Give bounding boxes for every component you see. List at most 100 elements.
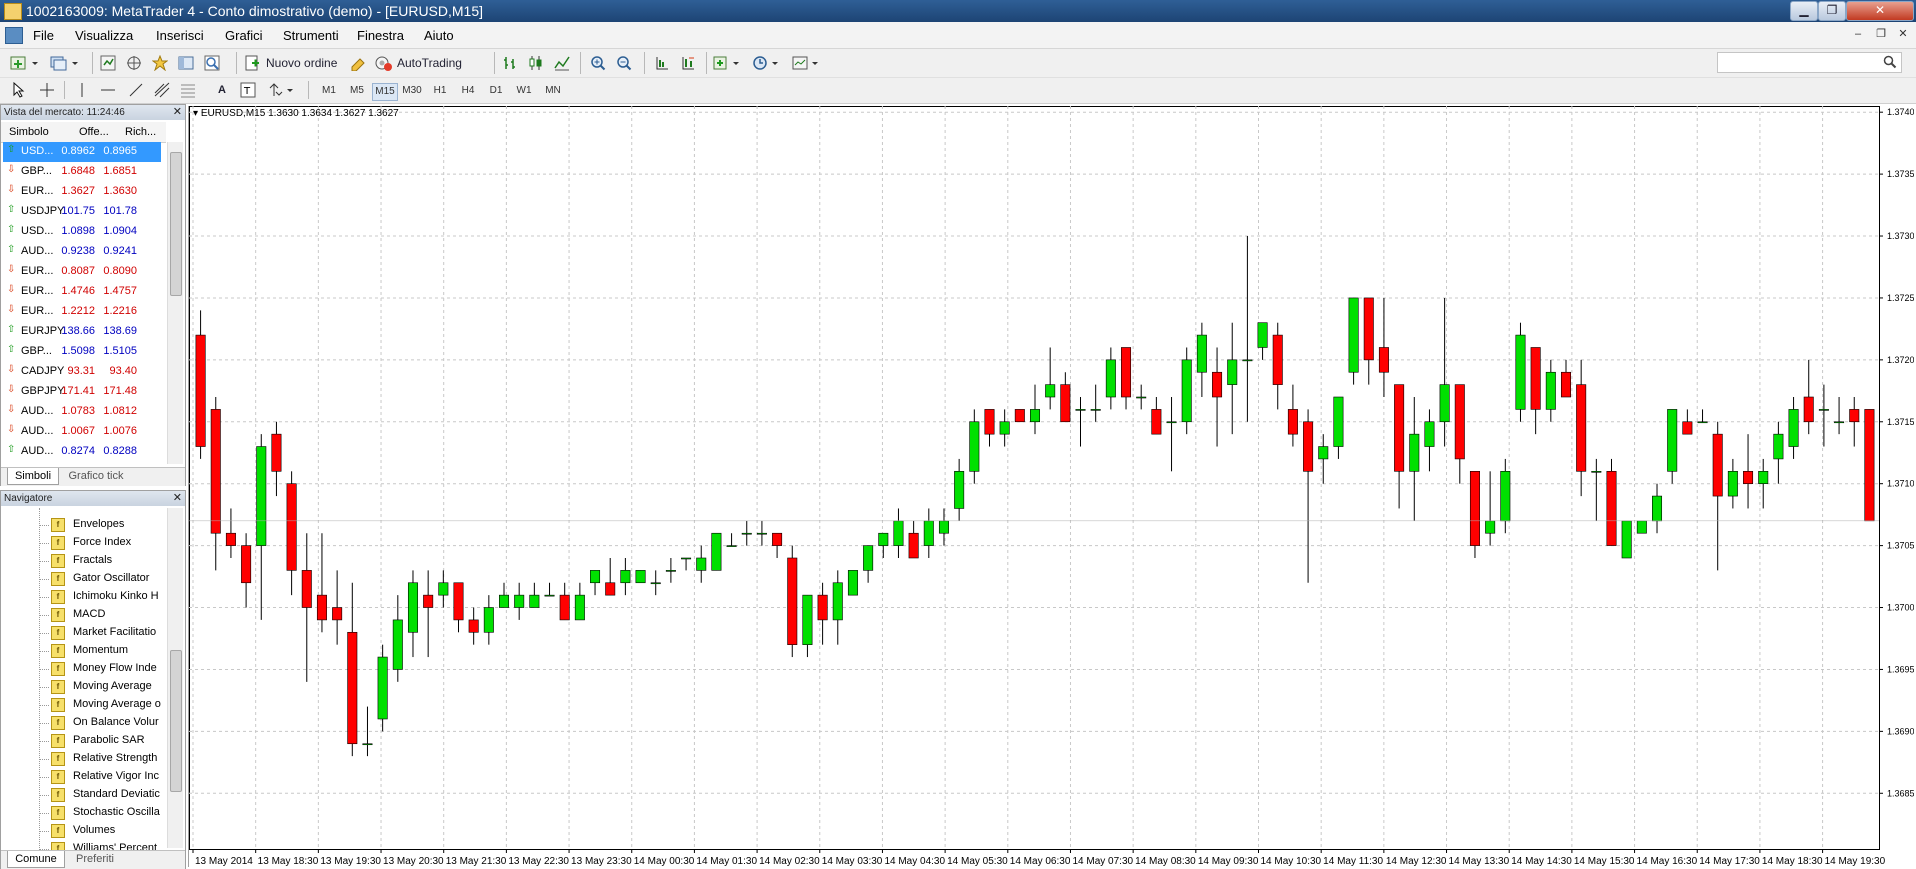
market-watch-scroll-thumb[interactable] xyxy=(170,152,182,296)
bar-chart-icon[interactable] xyxy=(500,53,520,73)
market-watch-close-icon[interactable]: ✕ xyxy=(173,105,182,120)
bid-price: 1.0783 xyxy=(61,405,95,417)
autotrading-button[interactable]: AutoTrading xyxy=(374,53,474,73)
mdi-close-icon[interactable]: ✕ xyxy=(1895,27,1911,42)
maximize-button[interactable]: ❐ xyxy=(1818,1,1846,21)
market-watch-row[interactable]: ⇩ EUR... 1.2212 1.2216 xyxy=(3,302,161,322)
minimize-button[interactable]: ▁ xyxy=(1790,1,1818,21)
navigator-scrollbar[interactable] xyxy=(167,508,183,848)
vertical-line-icon[interactable] xyxy=(74,80,90,100)
chart-dropdown-icon[interactable]: ▾ xyxy=(193,108,198,119)
market-watch-row[interactable]: ⇩ EUR... 1.4746 1.4757 xyxy=(3,282,161,302)
market-watch-row[interactable]: ⇧ AUD... 0.8274 0.8288 xyxy=(3,442,161,462)
arrows-icon[interactable] xyxy=(268,80,296,100)
market-watch-row[interactable]: ⇧ USD... 1.0898 1.0904 xyxy=(3,222,161,242)
market-watch-row[interactable]: ⇩ EUR... 1.3627 1.3630 xyxy=(3,182,161,202)
x-tick-label: 13 May 20:30 xyxy=(383,856,444,867)
mdi-restore-icon[interactable]: ❐ xyxy=(1873,27,1889,42)
terminal-icon[interactable] xyxy=(176,53,196,73)
symbol-name: EUR... xyxy=(21,305,54,317)
menu-finestra[interactable]: Finestra xyxy=(357,28,404,43)
candlestick-chart-icon[interactable] xyxy=(526,53,546,73)
market-watch-row[interactable]: ⇩ GBP... 1.6848 1.6851 xyxy=(3,162,161,182)
market-watch-row[interactable]: ⇩ EUR... 0.8087 0.8090 xyxy=(3,262,161,282)
market-watch-icon[interactable] xyxy=(98,53,118,73)
market-watch-row[interactable]: ⇩ GBPJPY 171.41 171.48 xyxy=(3,382,161,402)
zoom-in-icon[interactable] xyxy=(588,53,608,73)
menu-strumenti[interactable]: Strumenti xyxy=(283,28,339,43)
market-watch-row[interactable]: ⇧ EURJPY 138.66 138.69 xyxy=(3,322,161,342)
navigator-scroll-thumb[interactable] xyxy=(170,650,182,792)
market-watch-row[interactable]: ⇧ AUD... 0.9238 0.9241 xyxy=(3,242,161,262)
horizontal-line-icon[interactable] xyxy=(100,80,116,100)
timeframe-h1[interactable]: H1 xyxy=(430,83,450,99)
column-symbol[interactable]: Simbolo xyxy=(9,126,49,138)
tab-preferiti[interactable]: Preferiti xyxy=(67,851,123,867)
market-watch-row[interactable]: ⇧ GBP... 1.5098 1.5105 xyxy=(3,342,161,362)
timeframe-m5[interactable]: M5 xyxy=(346,83,368,99)
timeframe-w1[interactable]: W1 xyxy=(514,83,534,99)
market-watch-scrollbar[interactable] xyxy=(167,142,183,464)
navigator-close-icon[interactable]: ✕ xyxy=(173,491,182,506)
menu-aiuto[interactable]: Aiuto xyxy=(424,28,454,43)
menu-grafici[interactable]: Grafici xyxy=(225,28,263,43)
candle-body xyxy=(1530,347,1541,410)
tree-connector xyxy=(39,633,49,634)
metaeditor-icon[interactable] xyxy=(348,53,368,73)
timeframe-m15[interactable]: M15 xyxy=(372,83,398,101)
candle-body xyxy=(1257,322,1268,348)
timeframe-mn[interactable]: MN xyxy=(542,83,564,99)
y-tick-label: 1.3740 xyxy=(1887,107,1914,117)
timeframe-m1[interactable]: M1 xyxy=(318,83,340,99)
candle-body xyxy=(1333,396,1344,447)
column-ask[interactable]: Rich... xyxy=(125,126,156,138)
market-watch-row[interactable]: ⇩ CADJPY 93.31 93.40 xyxy=(3,362,161,382)
timeframe-h4[interactable]: H4 xyxy=(458,83,478,99)
new-chart-icon[interactable] xyxy=(8,53,42,73)
templates-icon[interactable] xyxy=(790,53,824,73)
market-watch-row[interactable]: ⇧ USDJPY 101.75 101.78 xyxy=(3,202,161,222)
profiles-icon[interactable] xyxy=(48,53,82,73)
strategy-tester-icon[interactable] xyxy=(202,53,222,73)
tab-grafico-tick[interactable]: Grafico tick xyxy=(63,468,129,484)
market-watch-row[interactable]: ⇧ USD... 0.8962 0.8965 xyxy=(3,142,161,162)
candlestick-chart[interactable]: 1.3740 1.3735 1.3730 1.3725 1.3720 1.3715 1.37… xyxy=(189,106,1914,867)
menu-visualizza[interactable]: Visualizza xyxy=(75,28,133,43)
symbol-name: AUD... xyxy=(21,445,54,457)
tab-comune[interactable]: Comune xyxy=(7,851,65,868)
tab-simboli[interactable]: Simboli xyxy=(7,468,59,485)
candle-body xyxy=(1439,384,1450,423)
crosshair-icon[interactable] xyxy=(38,80,56,100)
equidistant-channel-icon[interactable] xyxy=(154,80,170,100)
market-watch-row[interactable]: ⇩ AUD... 1.0067 1.0076 xyxy=(3,422,161,442)
ask-price: 0.8090 xyxy=(103,265,137,277)
bid-price: 171.41 xyxy=(61,385,95,397)
line-chart-icon[interactable] xyxy=(552,53,572,73)
autoscroll-icon[interactable] xyxy=(652,53,672,73)
ask-price: 1.0076 xyxy=(103,425,137,437)
navigator-icon[interactable] xyxy=(150,53,170,73)
cursor-icon[interactable] xyxy=(10,80,28,100)
chart-shift-icon[interactable] xyxy=(678,53,698,73)
indicators-list-icon[interactable] xyxy=(712,53,744,73)
timeframe-m30[interactable]: M30 xyxy=(400,83,424,99)
periods-icon[interactable] xyxy=(750,53,784,73)
candle xyxy=(1181,347,1192,435)
chart-window-icon[interactable] xyxy=(5,27,23,44)
new-order-button[interactable]: Nuovo ordine xyxy=(244,53,344,73)
timeframe-d1[interactable]: D1 xyxy=(486,83,506,99)
zoom-out-icon[interactable] xyxy=(614,53,634,73)
fibonacci-icon[interactable] xyxy=(180,80,196,100)
close-button[interactable]: ✕ xyxy=(1846,1,1914,21)
mdi-minimize-icon[interactable]: – xyxy=(1850,27,1866,42)
data-window-icon[interactable] xyxy=(124,53,144,73)
market-watch-row[interactable]: ⇩ AUD... 1.0783 1.0812 xyxy=(3,402,161,422)
column-bid[interactable]: Offe... xyxy=(79,126,109,138)
menu-file[interactable]: File xyxy=(33,28,54,43)
menu-inserisci[interactable]: Inserisci xyxy=(156,28,204,43)
text-icon[interactable]: A xyxy=(214,80,230,100)
chart-window[interactable]: 1.3740 1.3735 1.3730 1.3725 1.3720 1.3715 1.37… xyxy=(188,106,1914,867)
trendline-icon[interactable] xyxy=(128,80,144,100)
search-input[interactable] xyxy=(1717,52,1902,73)
text-label-icon[interactable]: T xyxy=(240,80,256,100)
